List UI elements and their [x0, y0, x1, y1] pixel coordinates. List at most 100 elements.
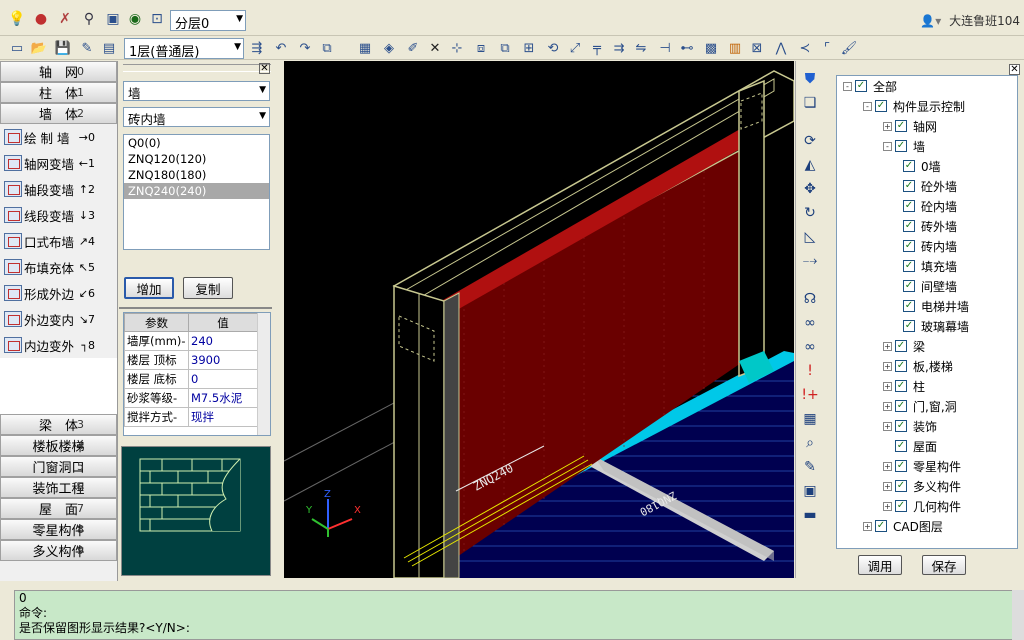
close-icon[interactable]: ✕ — [259, 63, 270, 74]
layer-icon[interactable]: ▣ — [104, 10, 122, 28]
expand-icon[interactable]: + — [883, 481, 892, 491]
rotate-view-icon[interactable]: ↻ — [800, 203, 820, 223]
trim-icon[interactable]: ╤ — [588, 39, 606, 57]
apply-button[interactable]: 调用 — [858, 555, 902, 575]
checkbox-icon[interactable]: ✓ — [855, 80, 867, 92]
checkbox-icon[interactable]: ✓ — [895, 400, 907, 412]
polyline-icon[interactable]: ⋀ — [772, 39, 790, 57]
parameter-table[interactable]: 参数 值 墙厚(mm)- 240 楼层 顶标 3900 楼层 底标 0 砂浆等级- M7.5水… — [123, 312, 271, 436]
checkbox-icon[interactable]: ✓ — [895, 420, 907, 432]
param-value[interactable]: M7.5水泥 — [188, 388, 258, 408]
preview-icon[interactable]: ⊡ — [148, 10, 166, 28]
expand-icon[interactable]: + — [883, 381, 892, 391]
window-icon[interactable]: ▣ — [800, 481, 820, 501]
checkbox-icon[interactable]: ✓ — [895, 500, 907, 512]
glasses-plus-icon[interactable]: ∞ — [800, 337, 820, 357]
tool-item[interactable]: 轴网变墙 ←1 — [0, 150, 117, 176]
extend-icon[interactable]: ⇉ — [610, 39, 628, 57]
category-button[interactable]: 零星构件 8 — [0, 519, 117, 540]
tree-node[interactable]: ✓ 填充墙 — [837, 256, 1017, 276]
ruler-icon[interactable]: ▬ — [800, 505, 820, 525]
tool-item[interactable]: 外边变内 ↘7 — [0, 306, 117, 332]
category-button[interactable]: 轴 网0 — [0, 61, 117, 82]
orbit-icon[interactable]: ⟳ — [800, 131, 820, 151]
expand-icon[interactable]: + — [883, 341, 892, 351]
expand-icon[interactable]: + — [863, 521, 872, 531]
expand-icon[interactable]: + — [883, 501, 892, 511]
shield-icon[interactable]: ⛊ — [800, 69, 820, 89]
table-row[interactable]: 砂浆等级- M7.5水泥 — [124, 388, 258, 408]
tool-item[interactable]: 口式布墙 ↗4 — [0, 228, 117, 254]
checkbox-icon[interactable]: ✓ — [895, 380, 907, 392]
floor-copy-icon[interactable]: ⇶ — [248, 39, 266, 57]
tree-node[interactable]: + ✓ 梁 — [837, 336, 1017, 356]
checkbox-icon[interactable]: ✓ — [895, 460, 907, 472]
rotate-icon[interactable]: ⟲ — [544, 39, 562, 57]
bulb-off-icon[interactable]: ● — [32, 10, 50, 28]
table-row[interactable]: 搅拌方式- 现拌 — [124, 407, 258, 427]
param-value[interactable]: 3900 — [188, 350, 258, 370]
checkbox-icon[interactable]: ✓ — [875, 520, 887, 532]
list-item[interactable]: ZNQ120(120) — [124, 151, 269, 167]
inspect-icon[interactable]: ⌕ — [800, 433, 820, 453]
component-tree[interactable]: - ✓ 全部 - ✓ 构件显示控制 + ✓ 轴网 - ✓ 墙 ✓ 0墙 ✓ 砼外墙 ✓ 砼内墙 ✓ 砖外墙… — [836, 75, 1018, 549]
glasses-icon[interactable]: ∞ — [800, 313, 820, 333]
bulb-icon[interactable]: 💡 — [8, 10, 26, 28]
checkbox-icon[interactable]: ✓ — [875, 100, 887, 112]
add-button[interactable]: 增加 — [124, 277, 174, 299]
mirror-icon[interactable]: ⧉ — [496, 39, 514, 57]
tree-root[interactable]: - ✓ 全部 — [837, 76, 1017, 96]
checkbox-icon[interactable]: ✓ — [895, 360, 907, 372]
tree-node[interactable]: + ✓ 几何构件 — [837, 496, 1017, 516]
checkbox-icon[interactable]: ✓ — [903, 280, 915, 292]
layers-icon[interactable]: ❏ — [800, 93, 820, 113]
open-folder-icon[interactable]: 📂 — [30, 39, 48, 57]
move-icon[interactable]: ⊹ — [448, 39, 466, 57]
line-icon[interactable]: ⤍ — [800, 251, 820, 271]
list-item[interactable]: Q0(0) — [124, 135, 269, 151]
tree-node[interactable]: ✓ 砼内墙 — [837, 196, 1017, 216]
tree-node[interactable]: ✓ 屋面 — [837, 436, 1017, 456]
category-button[interactable]: 装饰工程 6 — [0, 477, 117, 498]
category-button[interactable]: 多义构件 9 — [0, 540, 117, 561]
save-button[interactable]: 保存 — [922, 555, 966, 575]
print-icon[interactable]: ▤ — [100, 39, 118, 57]
tree-node[interactable]: ✓ 电梯井墙 — [837, 296, 1017, 316]
param-value[interactable]: 240 — [188, 331, 258, 351]
checkbox-icon[interactable]: ✓ — [895, 480, 907, 492]
layer-tool-icon[interactable]: ⧉ — [318, 39, 336, 57]
brush-icon[interactable]: ✐ — [404, 39, 422, 57]
tree-node[interactable]: - ✓ 墙 — [837, 136, 1017, 156]
property-icon[interactable]: ▦ — [356, 39, 374, 57]
hide-icon[interactable]: ✗ — [56, 10, 74, 28]
tree-node[interactable]: + ✓ 多义构件 — [837, 476, 1017, 496]
layer-dropdown[interactable]: 分层0 ▼ — [170, 10, 246, 31]
command-scrollbar[interactable] — [1012, 590, 1024, 640]
collapse-icon[interactable]: - — [883, 141, 892, 151]
component-subtype-select[interactable]: 砖内墙 ▼ — [123, 107, 270, 127]
eye-icon[interactable]: ◉ — [126, 10, 144, 28]
collapse-icon[interactable]: - — [843, 81, 852, 91]
break-icon[interactable]: ⊣ — [656, 39, 674, 57]
checkbox-icon[interactable]: ✓ — [903, 200, 915, 212]
close-icon[interactable]: ✕ — [1009, 64, 1020, 75]
tree-node[interactable]: + ✓ 板,楼梯 — [837, 356, 1017, 376]
list-item[interactable]: ZNQ240(240) — [124, 183, 269, 199]
new-file-icon[interactable]: ▭ — [8, 39, 26, 57]
redo-icon[interactable]: ↷ — [296, 39, 314, 57]
tree-node[interactable]: + ✓ 门,窗,洞 — [837, 396, 1017, 416]
collapse-icon[interactable]: - — [863, 101, 872, 111]
pencil-icon[interactable]: ✎ — [800, 457, 820, 477]
chart-icon[interactable]: ▥ — [726, 39, 744, 57]
scale-icon[interactable]: ⊞ — [520, 39, 538, 57]
category-button[interactable]: 柱 体1 — [0, 82, 117, 103]
param-scrollbar[interactable] — [257, 313, 270, 435]
tree-node[interactable]: ✓ 0墙 — [837, 156, 1017, 176]
tree-node[interactable]: + ✓ 柱 — [837, 376, 1017, 396]
snap-icon[interactable]: ⌜ — [818, 39, 836, 57]
command-output[interactable]: 0 命令: 是否保留图形显示结果?<Y/N>: — [14, 590, 1014, 640]
tree-node[interactable]: ✓ 砖内墙 — [837, 236, 1017, 256]
save-icon[interactable]: 💾 — [54, 39, 72, 57]
warning-icon[interactable]: ! — [800, 361, 820, 381]
tree-group[interactable]: - ✓ 构件显示控制 — [837, 96, 1017, 116]
